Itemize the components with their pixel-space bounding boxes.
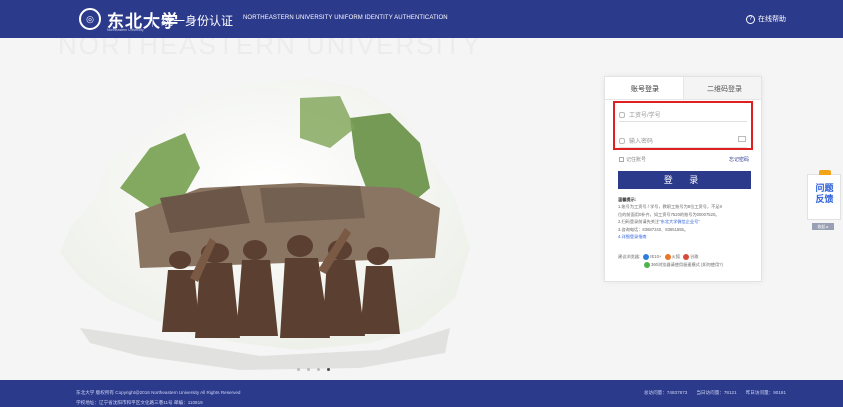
login-panel: 账号登录 二维码登录 工资号/学号 输入密码 记住账号 忘记密码 登 录 温馨提… <box>604 76 762 282</box>
tips-line: 1.账号为工资号 / 学号，教职工账号为8位工资号，不足8 <box>618 204 722 210</box>
chrome-label: 谷歌 <box>690 254 699 259</box>
carousel-dot[interactable] <box>307 368 310 371</box>
lock-icon <box>619 137 625 144</box>
online-help-link[interactable]: ? 在线帮助 <box>746 14 786 24</box>
browser-recommendations: 建议浏览器: IE10+ 火狐 谷歌 360浏览器请使用极速模式 (如何使用?) <box>618 253 754 269</box>
page-footer: 东北大学 版权所有 Copyright@2016 Northeastern Un… <box>0 380 843 407</box>
carousel-dot[interactable] <box>297 368 300 371</box>
university-logo-en: Northeastern University <box>107 28 144 32</box>
login-tips: 温馨提示: 1.账号为工资号 / 学号，教职工账号为8位工资号，不足8 位的前面… <box>618 196 754 240</box>
tips-line: 2.扫码登录前请先关注“东北大学微信企业号” <box>618 218 754 225</box>
stat-total-visits: 总访问量：74837873 <box>643 390 688 395</box>
university-seal-icon: ◎ <box>79 8 101 30</box>
feedback-label: 问题 反馈 <box>811 183 838 205</box>
360-browser-icon <box>644 261 650 268</box>
online-help-label: 在线帮助 <box>758 16 786 23</box>
forgot-password-link[interactable]: 忘记密码 <box>729 156 749 163</box>
password-placeholder: 输入密码 <box>629 139 654 145</box>
stat-yesterday-visits: 昨日访问量：90181 <box>745 390 786 395</box>
chrome-icon <box>683 253 690 260</box>
tips-line: 位的前面用0补齐，如工资号7520的账号为00007520。 <box>618 211 720 217</box>
footer-copyright: 东北大学 版权所有 Copyright@2016 Northeastern Un… <box>76 390 241 395</box>
stat-today-visits: 当日访问量：78121 <box>696 390 737 395</box>
browser-360-row: 360浏览器请使用极速模式 (如何使用?) <box>618 261 754 269</box>
carousel-indicators <box>297 368 330 371</box>
firefox-label: 火狐 <box>671 254 680 259</box>
login-button[interactable]: 登 录 <box>618 171 751 189</box>
ie-icon <box>643 253 650 260</box>
help-icon: ? <box>746 14 755 24</box>
collapse-feedback-button[interactable]: 收起 ▸ <box>812 223 834 230</box>
top-header: ◎ 东北大学 Northeastern University 统一身份认证 NO… <box>0 0 843 38</box>
keyboard-icon[interactable] <box>738 136 746 142</box>
clipboard-clip-icon <box>819 170 831 175</box>
tips-line: 3.咨询电话：83687240、83651555。 <box>618 226 689 232</box>
360-browser-note[interactable]: 360浏览器请使用极速模式 (如何使用?) <box>651 262 723 267</box>
firefox-icon <box>664 253 671 260</box>
login-options-row: 记住账号 忘记密码 <box>619 156 749 163</box>
username-field[interactable]: 工资号/学号 <box>619 108 747 122</box>
carousel-dot[interactable] <box>317 368 320 371</box>
username-placeholder: 工资号/学号 <box>629 113 661 119</box>
password-field[interactable]: 输入密码 <box>619 134 747 148</box>
sculpture-artwork <box>60 78 470 370</box>
carousel-dot-active[interactable] <box>327 368 330 371</box>
page-title-en: NORTHEASTERN UNIVERSITY UNIFORM IDENTITY… <box>243 15 448 21</box>
tab-qrcode-login[interactable]: 二维码登录 <box>707 84 742 94</box>
login-tabs: 账号登录 二维码登录 <box>605 77 761 100</box>
login-guide-link[interactable]: 4.详细登录指南 <box>618 233 754 240</box>
remember-checkbox[interactable] <box>619 157 624 163</box>
tips-line-text: 2.扫码登录前请先关注 <box>618 219 660 225</box>
remember-label: 记住账号 <box>626 157 647 163</box>
feedback-widget[interactable]: 问题 反馈 <box>807 170 841 220</box>
feedback-line: 问题 <box>815 183 834 193</box>
visit-stats: 总访问量：74837873 当日访问量：78121 昨日访问量：90181 <box>644 390 786 396</box>
feedback-line: 反馈 <box>815 194 834 204</box>
browser-row: 建议浏览器: IE10+ 火狐 谷歌 <box>618 253 754 261</box>
footer-address: 学校地址：辽宁省沈阳市和平区文化路三巷11号 邮编：110819 <box>76 400 203 405</box>
header-divider <box>152 12 153 27</box>
user-icon <box>619 111 625 118</box>
ie-label: IE10+ <box>650 254 662 259</box>
wechat-link[interactable]: “东北大学微信企业号” <box>659 219 699 224</box>
browser-label: 建议浏览器: <box>618 254 641 259</box>
page-title: 统一身份认证 <box>161 14 234 28</box>
tab-account-login[interactable]: 账号登录 <box>631 84 659 94</box>
tips-title: 温馨提示: <box>618 197 637 202</box>
